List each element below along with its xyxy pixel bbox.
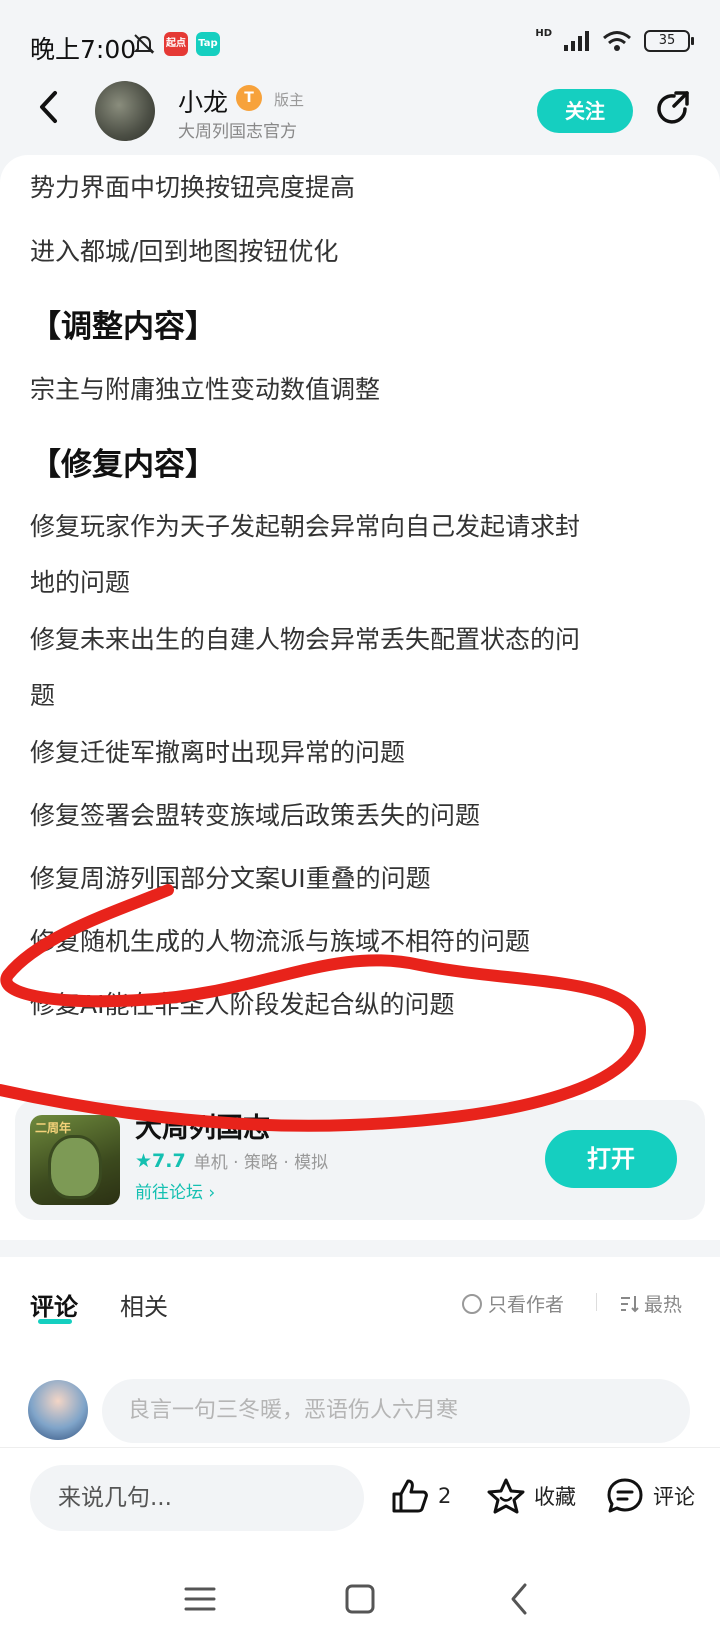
bottom-action-bar: 来说几句... 2 收藏 评论 [0,1447,720,1555]
game-icon-face [48,1135,102,1199]
status-indicators: HD 35 [535,27,694,52]
comment-label: 评论 [653,1485,695,1509]
network-type: HD [535,27,552,39]
signal-icon [564,31,589,51]
author-name[interactable]: 小龙 [178,83,228,119]
section-title-adjust: 【调整内容】 [30,309,216,345]
mute-bell-icon [133,34,155,54]
comment-bubble-icon [607,1478,643,1513]
author-only-label: 只看作者 [488,1294,565,1316]
divider [596,1293,597,1311]
game-tags: 单机 · 策略 · 模拟 [193,1153,329,1173]
tab-comments[interactable]: 评论 [30,1287,78,1322]
back-arrow-icon[interactable] [30,87,70,127]
open-game-button[interactable]: 打开 [545,1130,677,1188]
author-subtitle: 大周列国志官方 [178,122,297,142]
game-name[interactable]: 大周列国志 [135,1106,270,1145]
game-meta: ★7.7 单机 · 策略 · 模拟 [135,1148,329,1174]
system-nav-bar [0,1555,720,1640]
fix-item: 修复未来出生的自建人物会异常丢失配置状态的问 [30,625,581,654]
author-level-badge: T [236,85,262,111]
game-card[interactable]: 二周年 大周列国志 ★7.7 单机 · 策略 · 模拟 前往论坛 › 打开 [15,1100,705,1220]
status-notification-icons: 起点 Tap [132,32,220,56]
nav-back-icon[interactable] [498,1577,542,1621]
author-role: 版主 [274,91,305,109]
fix-item: 地的问题 [30,568,131,597]
fix-item: 修复随机生成的人物流派与族域不相符的问题 [30,927,531,956]
fix-item: 修复玩家作为天子发起朝会异常向自己发起请求封 [30,512,581,541]
comments-section: 评论 相关 只看作者 最热 良言一句三冬暖，恶语伤人六月寒 [0,1257,720,1447]
section-title-fix: 【修复内容】 [30,447,216,483]
tab-active-indicator [38,1319,72,1324]
fix-item: 修复周游列国部分文案UI重叠的问题 [30,864,431,893]
battery-indicator: 35 [644,30,694,52]
radio-circle-icon [462,1293,482,1314]
sort-hot-button[interactable]: 最热 [618,1290,682,1317]
sort-label: 最热 [644,1294,683,1316]
fix-item: 题 [30,681,56,710]
user-avatar[interactable] [28,1380,88,1440]
like-button[interactable]: 2 [390,1476,451,1516]
sort-icon [621,1295,639,1312]
fix-item: 修复迁徙军撤离时出现异常的问题 [30,738,406,767]
quick-reply-input[interactable]: 来说几句... [30,1465,364,1531]
forum-link[interactable]: 前往论坛 › [135,1178,215,1203]
game-icon[interactable]: 二周年 [30,1115,120,1205]
thumbs-up-icon [392,1479,428,1513]
post-header: 小龙 T 版主 大周列国志官方 关注 [0,75,720,155]
follow-button[interactable]: 关注 [537,89,633,133]
author-only-toggle[interactable]: 只看作者 [462,1290,564,1317]
status-time: 晚上7:00 [30,35,137,64]
collect-label: 收藏 [534,1485,576,1509]
wifi-icon [603,31,631,51]
fix-item: 修复签署会盟转变族域后政策丢失的问题 [30,801,481,830]
share-icon[interactable] [652,89,692,129]
home-square-icon[interactable] [338,1577,382,1621]
comment-input[interactable]: 良言一句三冬暖，恶语伤人六月寒 [102,1379,690,1443]
like-count: 2 [438,1484,452,1508]
qidian-app-icon: 起点 [164,32,188,56]
post-content: 势力界面中切换按钮亮度提高 进入都城/回到地图按钮优化 【调整内容】 宗主与附庸… [0,155,720,1240]
author-avatar[interactable] [95,81,155,141]
collect-button[interactable]: 收藏 [486,1476,576,1516]
menu-icon[interactable] [178,1577,222,1621]
content-paragraph: 进入都城/回到地图按钮优化 [30,237,339,266]
comment-button[interactable]: 评论 [605,1476,695,1516]
fix-item: 修复AI能在非圣人阶段发起合纵的问题 [30,990,455,1019]
content-paragraph: 势力界面中切换按钮亮度提高 [30,173,356,202]
adjust-item: 宗主与附庸独立性变动数值调整 [30,375,381,404]
star-icon [487,1478,525,1514]
game-icon-label: 二周年 [35,1121,72,1135]
game-score: ★7.7 [135,1149,186,1172]
taptap-app-icon: Tap [196,32,220,56]
tab-related[interactable]: 相关 [120,1287,168,1322]
